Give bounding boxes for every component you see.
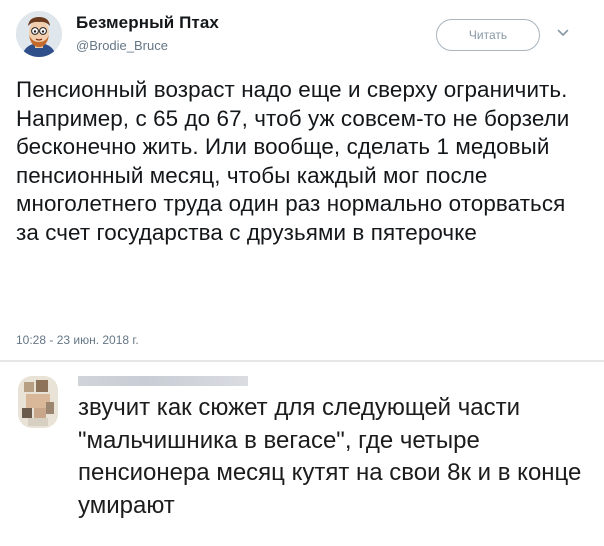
tweet-card: Безмерный Птах @Brodie_Bruce Читать Пенс… [0,0,604,352]
author-handle[interactable]: @Brodie_Bruce [76,38,168,53]
tweet-text: Пенсионный возраст надо еще и сверху огр… [16,77,570,245]
avatar[interactable] [16,11,62,57]
chevron-down-icon[interactable] [557,28,569,38]
commenter-avatar [10,372,66,432]
tweet-timestamp[interactable]: 10:28 - 23 июн. 2018 г. [16,333,139,347]
commenter-name-redacted [78,376,248,386]
avatar-cartoon-icon [16,11,62,57]
comment-card: звучит как сюжет для следующей части "ма… [0,362,604,546]
follow-button[interactable]: Читать [436,19,540,51]
blurred-avatar-icon [10,372,66,432]
author-display-name[interactable]: Безмерный Птах [76,13,219,33]
comment-text: звучит как сюжет для следующей части "ма… [78,394,582,519]
